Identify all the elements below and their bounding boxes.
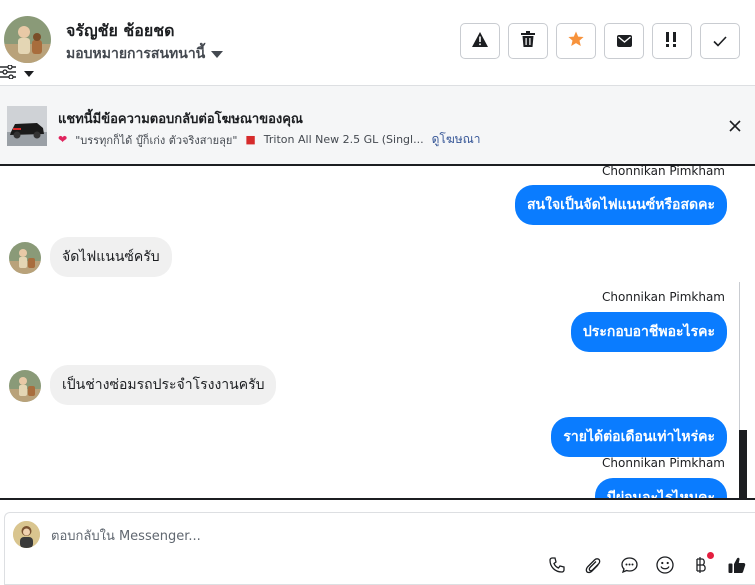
ad-banner-subtitle: ❤ "บรรทุกก็ได้ บู๊ก็เก่ง ตัวจริงสายลุย" … [58,130,481,149]
outgoing-message[interactable]: มีผ่อนอะไรไหมคะ [594,478,727,498]
contact-avatar[interactable] [4,16,51,63]
composer-toolbar [548,552,746,578]
ad-product: Triton All New 2.5 GL (Singl... [263,133,424,146]
payment-button[interactable] [692,552,714,578]
mark-done-button[interactable] [700,23,740,59]
view-ad-link[interactable]: ดูโฆษณา [432,130,481,149]
mark-spam-button[interactable] [460,23,500,59]
reply-input[interactable] [51,525,651,547]
ad-banner-title: แชทนี้มีข้อความตอบกลับต่อโฆษณาของคุณ [58,112,303,127]
contact-avatar-small[interactable] [9,370,41,402]
outgoing-message[interactable]: รายได้ต่อเดือนเท่าไหร่คะ [551,417,727,457]
chevron-down-icon [211,50,224,58]
chevron-down-icon [24,70,34,77]
conversation-header: จรัญชัย ช้อยชด มอบหมายการสนทนานี้ [0,0,755,86]
conversation-actions [460,23,740,59]
ad-thumbnail[interactable] [7,106,47,146]
ad-reply-banner: แชทนี้มีข้อความตอบกลับต่อโฆษณาของคุณ ❤ "… [0,86,755,166]
chat-bubble-icon [620,557,638,577]
follow-up-button[interactable] [652,23,692,59]
heart-icon: ❤ [58,133,68,146]
divider [0,498,755,500]
call-button[interactable] [548,557,566,577]
sender-name: Chonnikan Pimkham [602,166,725,178]
delete-button[interactable] [508,23,548,59]
star-button[interactable] [556,23,596,59]
warning-icon [472,31,488,51]
emoji-button[interactable] [656,556,674,578]
baht-icon [695,556,707,578]
envelope-icon [616,32,632,51]
assign-label: มอบหมายการสนทนานี้ [66,46,206,62]
sender-name: Chonnikan Pimkham [602,456,725,470]
check-icon [713,32,727,51]
close-banner-button[interactable] [725,116,745,136]
contact-avatar-small[interactable] [9,242,41,274]
notification-dot [707,552,714,559]
filter-settings-toggle[interactable] [0,64,34,83]
saved-replies-button[interactable] [620,557,638,577]
message-composer [4,512,755,585]
paperclip-icon [585,557,601,578]
outgoing-message[interactable]: ประกอบอาชีพอะไรคะ [570,312,727,352]
ad-quote: "บรรทุกก็ได้ บู๊ก็เก่ง ตัวจริงสายลุย" [75,133,238,147]
outgoing-message[interactable]: สนใจเป็นจัดไฟแนนซ์หรือสดคะ [515,185,727,225]
page-avatar [13,521,40,548]
follow-up-icon [665,31,679,51]
message-thread[interactable]: Chonnikan Pimkham สนใจเป็นจัดไฟแนนซ์หรือ… [0,166,747,498]
sliders-icon [0,64,16,83]
like-button[interactable] [728,556,746,578]
phone-icon [549,557,565,577]
mark-unread-button[interactable] [604,23,644,59]
attach-button[interactable] [584,557,602,578]
sender-name: Chonnikan Pimkham [602,290,725,304]
assign-conversation-dropdown[interactable]: มอบหมายการสนทนานี้ [66,43,224,65]
smiley-icon [656,556,674,578]
contact-name: จรัญชัย ช้อยชด [66,21,175,40]
thumbs-up-icon [728,556,746,578]
incoming-message[interactable]: เป็นช่างซ่อมรถประจำโรงงานครับ [50,365,277,405]
incoming-message[interactable]: จัดไฟแนนซ์ครับ [50,237,172,277]
close-icon [729,117,741,136]
car-icon: ■ [245,133,256,146]
star-icon [568,31,584,51]
scrollbar-thumb[interactable] [739,430,747,498]
trash-icon [521,31,535,51]
